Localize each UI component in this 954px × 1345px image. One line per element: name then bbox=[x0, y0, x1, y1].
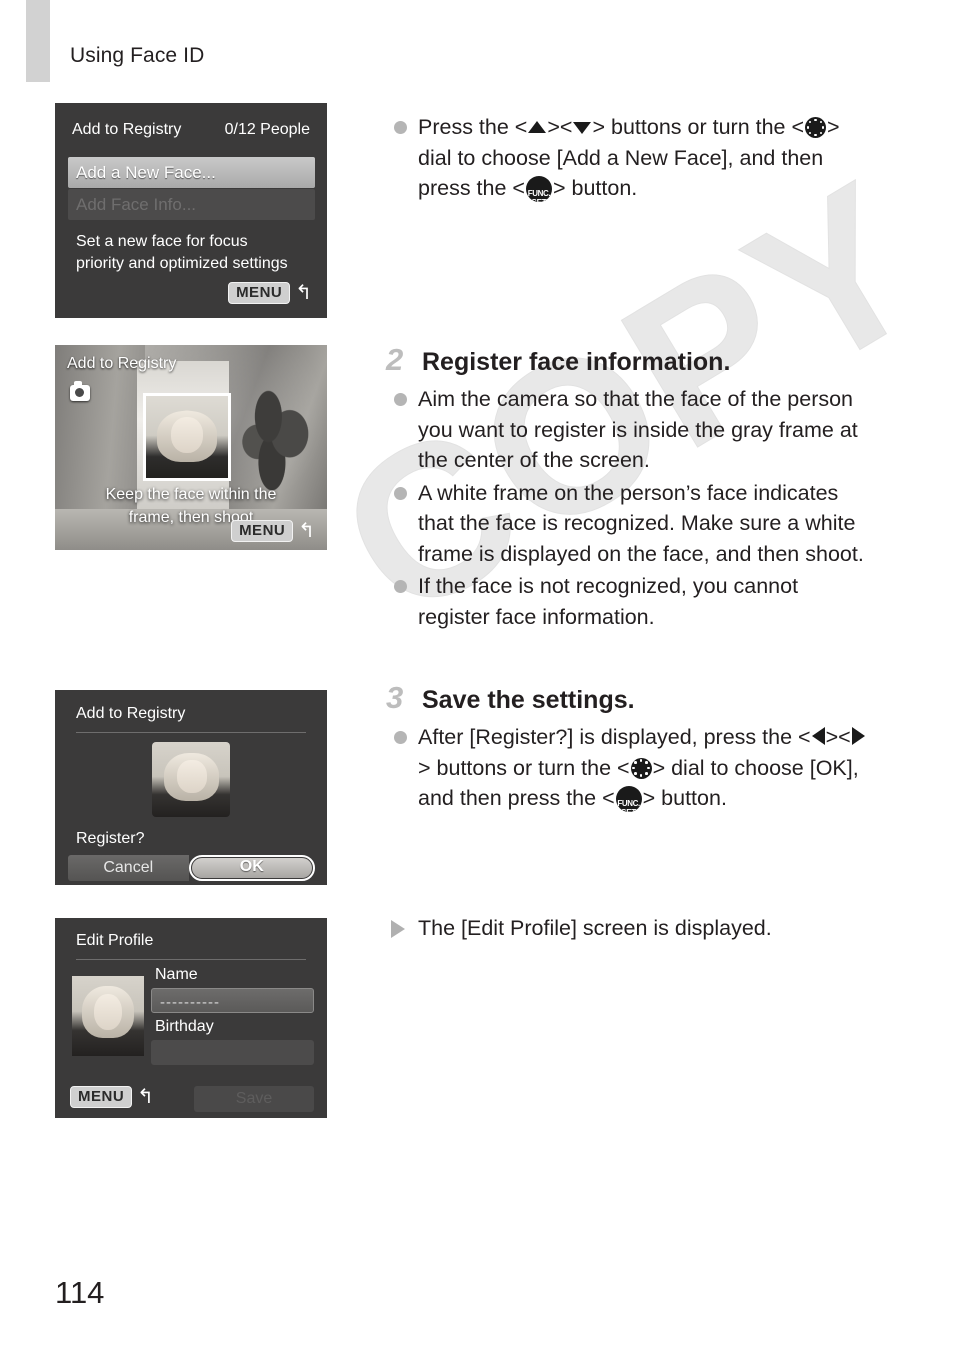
step3-text-part2: >< bbox=[825, 725, 851, 749]
step1-text-part2: >< bbox=[547, 115, 573, 139]
screen3-title: Add to Registry bbox=[76, 705, 186, 722]
control-dial-icon bbox=[630, 757, 652, 779]
screenshot-add-to-registry-menu: Add to Registry 0/12 People Add a New Fa… bbox=[55, 103, 327, 318]
ok-button-selection-ring: OK bbox=[188, 855, 315, 881]
step2-bullet-1-text: Aim the camera so that the face of the p… bbox=[418, 387, 858, 472]
menu-button-label: MENU bbox=[70, 1086, 133, 1108]
set-label: SET bbox=[616, 798, 642, 812]
step1-text-part1: Press the < bbox=[418, 115, 528, 139]
up-button-icon bbox=[528, 121, 547, 133]
register-question: Register? bbox=[76, 830, 145, 847]
return-arrow-icon: ↰ bbox=[298, 520, 315, 542]
step1-text-part6: > button. bbox=[552, 176, 638, 200]
screen1-description-line2: priority and optimized settings bbox=[76, 255, 288, 272]
set-label: SET bbox=[526, 188, 552, 202]
page-header: Using Face ID bbox=[70, 44, 205, 67]
step3-text-part1: After [Register?] is displayed, press th… bbox=[418, 725, 811, 749]
screen1-description: Set a new face for focus priority and op… bbox=[76, 231, 316, 275]
profile-face-thumbnail bbox=[72, 976, 144, 1056]
step1-bullet: Press the < >< > buttons or turn the < > di… bbox=[386, 112, 866, 204]
thumb-face-skin bbox=[176, 760, 207, 793]
screenshot-register-confirm: Add to Registry Register? Cancel OK bbox=[55, 690, 327, 885]
profile-face-skin bbox=[93, 993, 123, 1031]
page-number: 114 bbox=[55, 1275, 105, 1310]
step1-text-part3: > buttons or turn the < bbox=[592, 115, 805, 139]
birthday-field-label: Birthday bbox=[155, 1018, 214, 1035]
right-button-icon bbox=[851, 727, 865, 745]
bullet-dot-icon bbox=[394, 393, 407, 406]
step2-title: Register face information. bbox=[422, 348, 731, 376]
step2-bullet-2-text: A white frame on the person’s face indic… bbox=[418, 480, 864, 566]
bullet-dot-icon bbox=[394, 486, 407, 500]
menu-button-label: MENU bbox=[228, 282, 291, 304]
result-triangle-icon bbox=[391, 920, 405, 938]
save-button[interactable]: Save bbox=[194, 1086, 314, 1112]
step3-result: The [Edit Profile] screen is displayed. bbox=[386, 913, 866, 944]
ok-button[interactable]: OK bbox=[191, 858, 312, 878]
func-set-button-icon: FUNC.SET bbox=[525, 176, 552, 202]
screen1-description-line1: Set a new face for focus bbox=[76, 233, 248, 250]
menu-item-add-face-info[interactable]: Add Face Info... bbox=[68, 189, 315, 220]
screen1-title-row: Add to Registry 0/12 People bbox=[55, 121, 327, 139]
left-button-icon bbox=[811, 727, 825, 745]
step2-bullet-1: Aim the camera so that the face of the p… bbox=[386, 384, 866, 476]
name-input[interactable]: ---------- bbox=[151, 988, 314, 1013]
chapter-edge-tab bbox=[26, 0, 50, 82]
camera-icon bbox=[70, 381, 90, 401]
face-detection-frame bbox=[143, 393, 231, 481]
step2-heading: 2 Register face information. bbox=[386, 342, 866, 378]
step3-title: Save the settings. bbox=[422, 686, 635, 714]
step2-number: 2 bbox=[386, 342, 404, 377]
step3-text-part5: > button. bbox=[642, 786, 727, 810]
step3-text-part3: > buttons or turn the < bbox=[418, 755, 630, 780]
screen4-menu-badge[interactable]: MENU ↰ bbox=[70, 1086, 154, 1108]
step3-heading: 3 Save the settings. bbox=[386, 680, 866, 716]
return-arrow-icon: ↰ bbox=[137, 1086, 154, 1108]
registered-face-thumbnail bbox=[152, 742, 230, 817]
name-input-value: ---------- bbox=[160, 994, 220, 1011]
screen4-title: Edit Profile bbox=[76, 932, 154, 949]
menu-item-add-a-new-face[interactable]: Add a New Face... bbox=[68, 157, 315, 188]
confirm-button-row: Cancel OK bbox=[68, 855, 315, 881]
cancel-button[interactable]: Cancel bbox=[68, 855, 189, 881]
return-arrow-icon: ↰ bbox=[295, 282, 312, 304]
screen1-people-counter: 0/12 People bbox=[224, 121, 310, 138]
screen1-menu-badge[interactable]: MENU ↰ bbox=[228, 282, 312, 304]
func-set-button-icon: FUNC.SET bbox=[615, 786, 642, 812]
menu-button-label: MENU bbox=[231, 520, 294, 542]
control-dial-icon bbox=[805, 117, 827, 138]
bullet-dot-icon bbox=[394, 731, 407, 744]
bullet-dot-icon bbox=[394, 580, 407, 593]
screen4-divider bbox=[76, 959, 306, 960]
name-field-label: Name bbox=[155, 966, 198, 983]
down-button-icon bbox=[573, 122, 592, 134]
screen1-title: Add to Registry bbox=[72, 121, 182, 138]
step3-result-text: The [Edit Profile] screen is displayed. bbox=[418, 916, 772, 940]
step3-bullet-1: After [Register?] is displayed, press th… bbox=[386, 722, 866, 814]
step2-bullet-3-text: If the face is not recognized, you canno… bbox=[418, 574, 799, 629]
bullet-dot-icon bbox=[394, 121, 407, 134]
screenshot-face-capture: Add to Registry Keep the face within the… bbox=[55, 345, 327, 550]
screen3-divider bbox=[76, 732, 306, 733]
screen2-title: Add to Registry bbox=[67, 355, 177, 372]
screenshot-edit-profile: Edit Profile Name ---------- Birthday ME… bbox=[55, 918, 327, 1118]
photo-face-skin bbox=[170, 417, 204, 454]
screen2-caption-line1: Keep the face within the bbox=[105, 486, 277, 503]
birthday-input[interactable] bbox=[151, 1040, 314, 1065]
step2-bullet-2: A white frame on the person’s face indic… bbox=[386, 478, 866, 570]
photo-plant bbox=[239, 381, 311, 497]
step2-bullet-3: If the face is not recognized, you canno… bbox=[386, 571, 866, 632]
screen2-menu-badge[interactable]: MENU ↰ bbox=[231, 520, 315, 542]
step3-number: 3 bbox=[386, 680, 404, 715]
